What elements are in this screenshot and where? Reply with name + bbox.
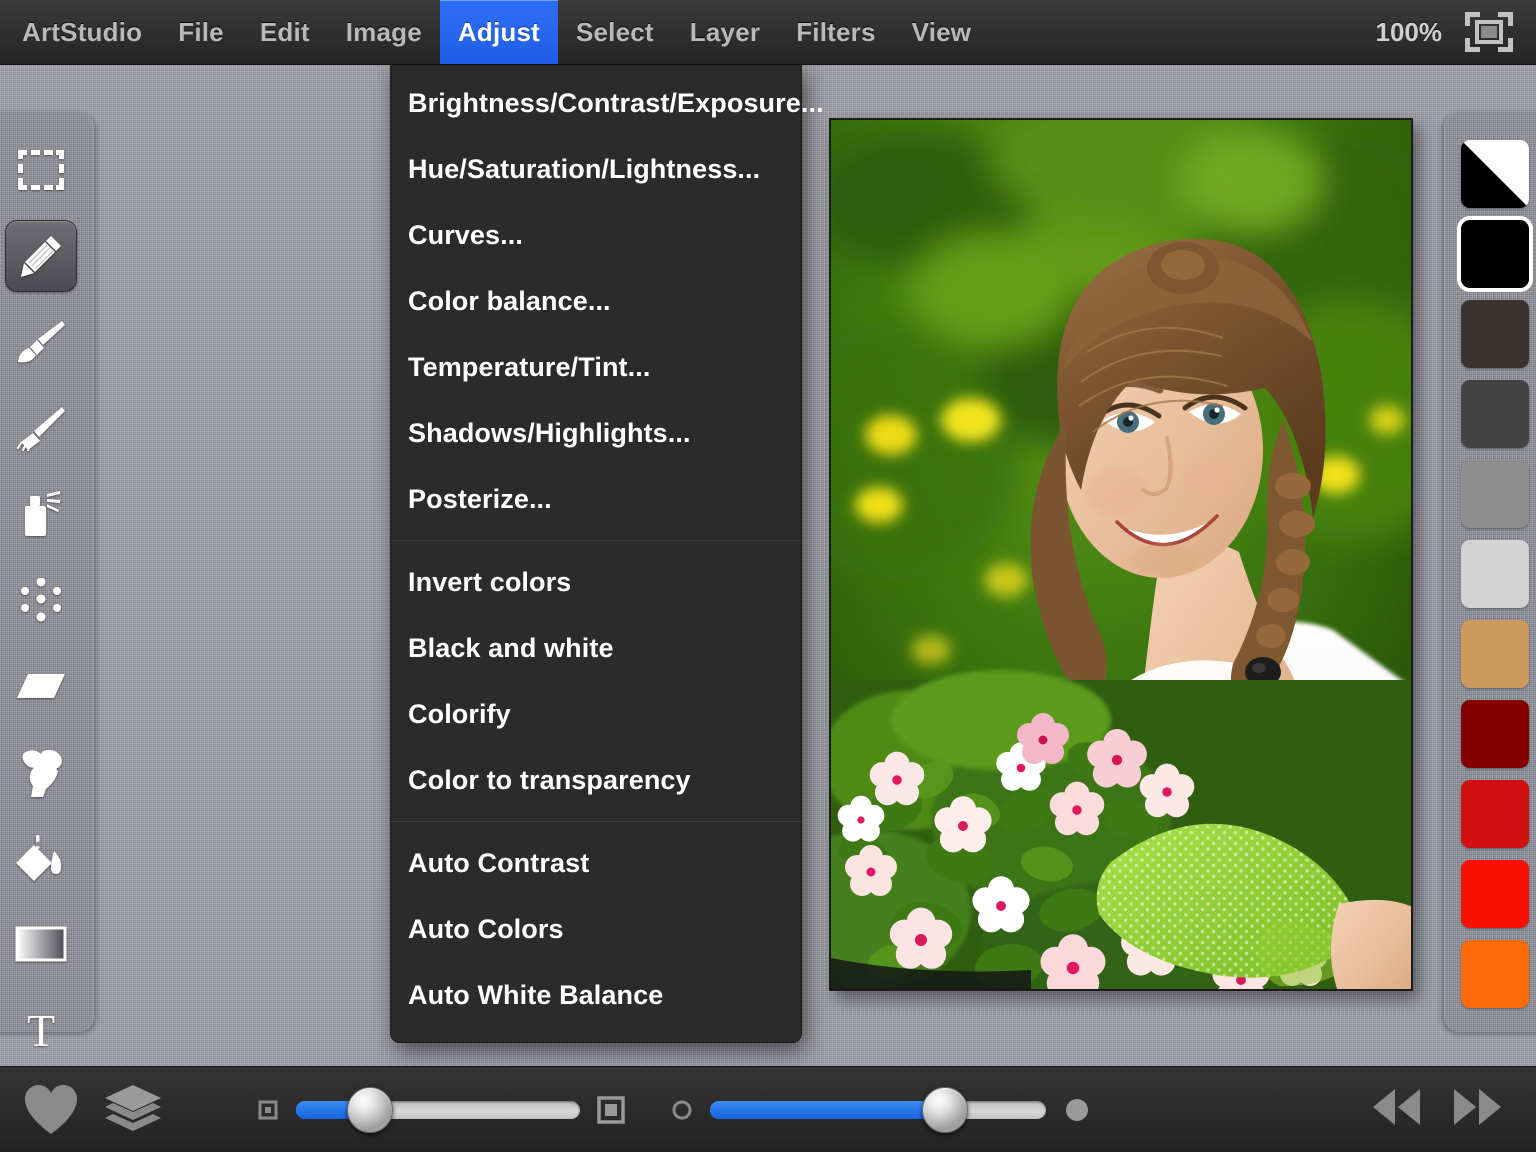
selection-marquee-tool[interactable]: [5, 134, 77, 206]
adjust-dropdown-menu: Brightness/Contrast/Exposure... Hue/Satu…: [390, 64, 824, 1043]
menu-item-shadows-highlights[interactable]: Shadows/Highlights...: [391, 400, 801, 466]
swatch-black[interactable]: [1461, 220, 1529, 288]
brush-size-slider-knob[interactable]: [346, 1086, 393, 1133]
tool-palette: T: [0, 112, 94, 1053]
menu-item-auto-contrast[interactable]: Auto Contrast: [391, 830, 801, 896]
spray-can-icon: [25, 491, 60, 536]
smudge-tool[interactable]: [5, 736, 77, 808]
pointing-hand-icon: [22, 749, 62, 797]
opacity-slider-group: [668, 1086, 1094, 1133]
dashed-rectangle-icon: [18, 150, 64, 190]
undo-button[interactable]: [1368, 1085, 1424, 1134]
canvas-photo: [831, 120, 1411, 989]
menu-separator-2: [391, 821, 801, 822]
menu-item-auto-white-balance[interactable]: Auto White Balance: [391, 962, 801, 1028]
svg-text:T: T: [27, 1007, 55, 1053]
menu-filters[interactable]: Filters: [778, 0, 893, 64]
menu-item-posterize[interactable]: Posterize...: [391, 466, 801, 532]
menu-separator-1: [391, 540, 801, 541]
double-chevron-left-icon: [1373, 1089, 1420, 1125]
current-color-swatch[interactable]: [1461, 140, 1529, 208]
filled-circle-icon: [1060, 1093, 1094, 1127]
app-desktop: T ArtStudio File Edit Image Adjust Selec…: [0, 0, 1536, 1152]
swatch-dark-maroon[interactable]: [1461, 700, 1529, 768]
menu-image[interactable]: Image: [328, 0, 440, 64]
menu-file[interactable]: File: [160, 0, 242, 64]
pencil-icon: [21, 236, 61, 277]
zoom-level-label: 100%: [1375, 16, 1443, 47]
swatch-dark-gray[interactable]: [1461, 380, 1529, 448]
menu-select[interactable]: Select: [558, 0, 672, 64]
menu-item-hue-saturation-lightness[interactable]: Hue/Saturation/Lightness...: [391, 136, 801, 202]
paint-bucket-tool[interactable]: [5, 822, 77, 894]
opacity-slider-knob[interactable]: [922, 1086, 969, 1133]
color-palette: [1444, 112, 1536, 1032]
menu-item-curves[interactable]: Curves...: [391, 202, 801, 268]
small-square-icon: [254, 1096, 282, 1124]
menu-item-color-to-transparency[interactable]: Color to transparency: [391, 747, 801, 813]
canvas[interactable]: [829, 118, 1413, 991]
gradient-tool[interactable]: [5, 908, 77, 980]
opacity-slider-fill: [710, 1100, 946, 1119]
menu-bar: ArtStudio File Edit Image Adjust Select …: [0, 0, 1536, 65]
menu-edit[interactable]: Edit: [242, 0, 328, 64]
menu-item-invert-colors[interactable]: Invert colors: [391, 549, 801, 615]
eraser-icon: [17, 674, 65, 698]
swatch-dark-brown[interactable]: [1461, 300, 1529, 368]
wide-brush-icon: [17, 407, 65, 451]
paintbrush-icon: [18, 321, 65, 363]
double-chevron-right-icon: [1454, 1089, 1501, 1125]
menu-item-temperature-tint[interactable]: Temperature/Tint...: [391, 334, 801, 400]
menu-view[interactable]: View: [894, 0, 990, 64]
gradient-icon: [15, 926, 67, 962]
paint-bucket-icon: [16, 835, 62, 881]
menu-item-auto-colors[interactable]: Auto Colors: [391, 896, 801, 962]
menu-adjust[interactable]: Adjust: [439, 0, 558, 64]
swatch-mid-gray[interactable]: [1461, 460, 1529, 528]
menu-bar-right-group: 100%: [1376, 0, 1536, 64]
menu-item-black-and-white[interactable]: Black and white: [391, 615, 801, 681]
text-tool[interactable]: T: [5, 994, 77, 1066]
swatch-red[interactable]: [1461, 860, 1529, 928]
bottom-toolbar: [0, 1066, 1536, 1152]
swatch-crimson[interactable]: [1461, 780, 1529, 848]
swatch-light-gray[interactable]: [1461, 540, 1529, 608]
fit-to-screen-icon[interactable]: [1464, 11, 1514, 53]
swatch-orange[interactable]: [1461, 940, 1529, 1008]
text-t-icon: T: [27, 1007, 55, 1053]
wide-brush-tool[interactable]: [5, 392, 77, 464]
hollow-circle-icon: [668, 1096, 696, 1124]
pencil-tool[interactable]: [5, 220, 77, 292]
scatter-dots-icon: [21, 578, 61, 622]
menu-layer[interactable]: Layer: [672, 0, 778, 64]
nav-buttons-group: [1368, 1085, 1536, 1134]
brush-size-slider[interactable]: [296, 1086, 580, 1133]
brush-size-slider-group: [254, 1086, 628, 1133]
layers-icon[interactable]: [104, 1081, 162, 1139]
large-square-icon: [594, 1093, 628, 1127]
menu-artstudio[interactable]: ArtStudio: [0, 0, 160, 64]
menu-item-brightness-contrast-exposure[interactable]: Brightness/Contrast/Exposure...: [391, 70, 824, 136]
opacity-slider[interactable]: [710, 1086, 1046, 1133]
swatch-tan[interactable]: [1461, 620, 1529, 688]
paintbrush-tool[interactable]: [5, 306, 77, 378]
menu-item-color-balance[interactable]: Color balance...: [391, 268, 801, 334]
spray-can-tool[interactable]: [5, 478, 77, 550]
favorites-heart-icon[interactable]: [22, 1081, 80, 1139]
redo-button[interactable]: [1450, 1085, 1506, 1134]
menu-item-colorify[interactable]: Colorify: [391, 681, 801, 747]
eraser-tool[interactable]: [5, 650, 77, 722]
scatter-dots-tool[interactable]: [5, 564, 77, 636]
